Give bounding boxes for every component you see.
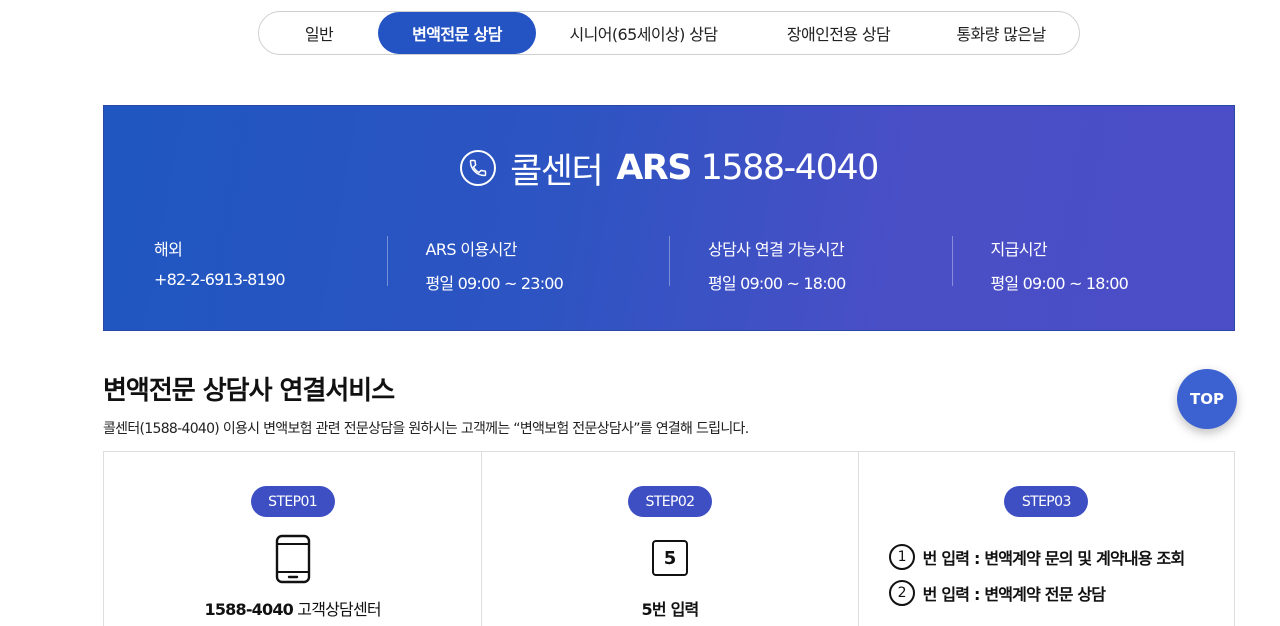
step-2: STEP02 5 5번 입력 [481,452,857,626]
consult-tabs: 일반 변액전문 상담 시니어(65세이상) 상담 장애인전용 상담 통화량 많은… [258,11,1080,55]
option-row-1: 1 번 입력 : 변액계약 문의 및 계약내용 조회 [888,544,1186,570]
section-title: 변액전문 상담사 연결서비스 [103,376,395,406]
info-label: 지급시간 [990,240,1048,259]
tab-variable-consult[interactable]: 변액전문 상담 [378,12,536,54]
info-value: 평일 09:00 ~ 23:00 [425,274,564,293]
tab-busy-days[interactable]: 통화량 많은날 [926,12,1076,54]
section-description: 콜센터(1588-4040) 이용시 변액보험 관련 전문상담을 원하시는 고객… [103,421,749,437]
call-center-banner: 콜센터 ARS 1588-4040 해외 +82-2-6913-8190 ARS… [103,105,1235,331]
divider [386,236,388,286]
step-badge: STEP01 [250,486,335,517]
option-number: 2 [888,580,915,606]
step-badge: STEP03 [1004,486,1089,517]
option-number: 1 [888,544,915,570]
info-agent-hours: 상담사 연결 가능시간 평일 09:00 ~ 18:00 [669,234,952,293]
info-value: +82-2-6913-8190 [154,270,286,289]
info-value: 평일 09:00 ~ 18:00 [990,274,1129,293]
banner-title: 콜센터 ARS 1588-4040 [104,144,1234,192]
step-caption: 1588-4040 고객상담센터 [104,596,481,620]
step-badge: STEP02 [627,486,712,517]
tab-general[interactable]: 일반 [260,12,378,54]
mobile-phone-icon [275,534,311,588]
info-payment-hours: 지급시간 평일 09:00 ~ 18:00 [951,234,1235,293]
banner-title-ars: ARS [616,148,692,188]
divider [951,236,953,286]
keypad-number-icon: 5 [651,540,688,576]
info-value: 평일 09:00 ~ 18:00 [708,274,846,293]
option-text: 번 입력 : 변액계약 전문 상담 [922,585,1106,604]
info-label: 상담사 연결 가능시간 [708,240,845,259]
step-3: STEP03 1 번 입력 : 변액계약 문의 및 계약내용 조회 2 번 입력… [857,452,1234,626]
phone-icon [460,150,497,186]
divider [669,236,671,286]
banner-info-columns: 해외 +82-2-6913-8190 ARS 이용시간 평일 09:00 ~ 2… [104,234,1235,293]
banner-phone-number: 1588-4040 [700,148,880,188]
top-button[interactable]: TOP [1177,369,1237,429]
info-label: ARS 이용시간 [425,240,518,259]
info-ars-hours: ARS 이용시간 평일 09:00 ~ 23:00 [386,234,670,293]
tab-senior-consult[interactable]: 시니어(65세이상) 상담 [536,12,751,54]
banner-title-prefix: 콜센터 [510,151,604,192]
info-overseas: 해외 +82-2-6913-8190 [104,234,387,290]
step-caption-text: 고객상담센터 [293,600,381,619]
tab-disabled-consult[interactable]: 장애인전용 상담 [751,12,926,54]
info-label: 해외 [154,240,183,259]
step-caption-number: 1588-4040 [204,600,294,619]
step-caption: 5번 입력 [641,600,700,619]
step-1: STEP01 1588-4040 고객상담센터 [104,452,481,626]
steps-panel: STEP01 1588-4040 고객상담센터 STEP02 5 5번 입력 S… [103,451,1235,626]
option-row-2: 2 번 입력 : 변액계약 전문 상담 [888,580,1106,606]
option-text: 번 입력 : 변액계약 문의 및 계약내용 조회 [922,549,1186,568]
